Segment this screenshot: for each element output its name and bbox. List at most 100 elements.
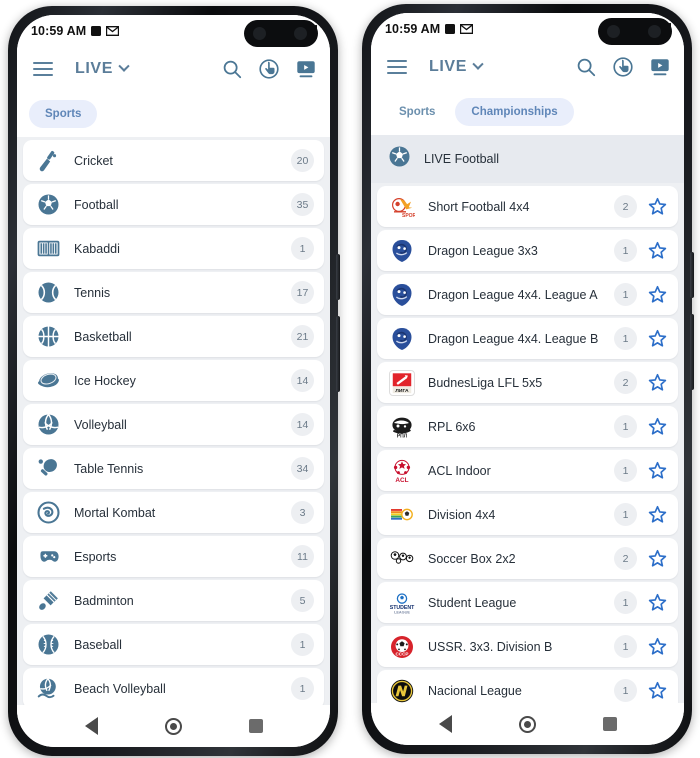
home-circle-icon[interactable] (164, 717, 182, 735)
list-item[interactable]: Mortal Kombat 3 (23, 492, 324, 533)
event-count-badge: 1 (614, 591, 637, 614)
list-item-label: Division 4x4 (428, 507, 496, 522)
event-count-badge: 1 (291, 237, 314, 260)
list-item-label: Student League (428, 595, 517, 610)
star-outline-icon[interactable] (647, 460, 668, 481)
tv-broadcast-icon[interactable] (295, 58, 317, 80)
sports-list[interactable]: Cricket 20 Football 35 Kabaddi 1 Tennis 17 Baske… (17, 137, 330, 705)
power-button[interactable] (690, 314, 694, 390)
list-item[interactable]: Division 4x4 1 (377, 494, 678, 535)
star-outline-icon[interactable] (647, 196, 668, 217)
live-label: LIVE (429, 58, 467, 75)
list-item[interactable]: Badminton 5 (23, 580, 324, 621)
list-item[interactable]: Beach Volleyball 1 (23, 668, 324, 705)
list-item[interactable]: ACL ACL Indoor 1 (377, 450, 678, 491)
gmail-icon (460, 24, 474, 34)
table-tennis-paddle-icon (35, 456, 61, 482)
star-outline-icon[interactable] (647, 680, 668, 701)
hamburger-menu-icon[interactable] (387, 59, 407, 75)
star-outline-icon[interactable] (647, 284, 668, 305)
home-circle-icon[interactable] (518, 715, 536, 733)
basketball-icon (35, 324, 61, 350)
championships-list[interactable]: LIVE Football SPORT Short Football 4x4 2 Dr… (371, 135, 684, 703)
live-selector[interactable]: LIVE (75, 60, 130, 78)
division-logo (389, 501, 415, 528)
list-item[interactable]: Dragon League 3x3 1 (377, 230, 678, 271)
back-triangle-icon[interactable] (438, 715, 452, 733)
star-outline-icon[interactable] (647, 328, 668, 349)
tab-sports[interactable]: Sports (383, 98, 451, 126)
event-count-badge: 11 (291, 545, 314, 568)
volume-button[interactable] (690, 252, 694, 298)
tab-sports[interactable]: Sports (29, 100, 98, 128)
touch-bet-icon[interactable] (612, 56, 634, 78)
star-outline-icon[interactable] (647, 548, 668, 569)
hockey-puck-icon (35, 368, 61, 394)
svg-text:SPORT: SPORT (402, 213, 415, 219)
list-item[interactable]: Cricket 20 (23, 140, 324, 181)
volume-button[interactable] (336, 254, 340, 300)
star-outline-icon[interactable] (647, 416, 668, 437)
recents-square-icon[interactable] (248, 719, 263, 733)
list-item[interactable]: Nacional League 1 (377, 670, 678, 703)
list-item-label: RPL 6x6 (428, 419, 476, 434)
svg-text:СССР: СССР (395, 651, 408, 656)
list-item[interactable]: РПЛ RPL 6x6 1 (377, 406, 678, 447)
tab-championships[interactable]: Championships (455, 98, 574, 126)
star-outline-icon[interactable] (647, 372, 668, 393)
toolbar-actions (221, 58, 317, 80)
list-item-label: Tennis (74, 285, 111, 300)
list-item[interactable]: Volleyball 14 (23, 404, 324, 445)
list-item-label: Basketball (74, 329, 132, 344)
list-item-label: Ice Hockey (74, 373, 136, 388)
list-item-label: Volleyball (74, 417, 127, 432)
list-item[interactable]: Kabaddi 1 (23, 228, 324, 269)
list-item[interactable]: Tennis 17 (23, 272, 324, 313)
list-item[interactable]: STUDENT LEAGUE Student League 1 (377, 582, 678, 623)
list-item[interactable]: Esports 11 (23, 536, 324, 577)
list-item-label: Table Tennis (74, 461, 144, 476)
group-header-label: LIVE Football (424, 152, 500, 166)
star-outline-icon[interactable] (647, 504, 668, 525)
list-item[interactable]: Table Tennis 34 (23, 448, 324, 489)
list-item-label: Dragon League 4x4. League A (428, 287, 598, 302)
beach-volleyball-icon (35, 676, 61, 702)
list-item[interactable]: Ice Hockey 14 (23, 360, 324, 401)
tv-broadcast-icon[interactable] (649, 56, 671, 78)
event-count-badge: 14 (291, 369, 314, 392)
list-item[interactable]: Football 35 (23, 184, 324, 225)
touch-bet-icon[interactable] (258, 58, 280, 80)
svg-text:LEAGUE: LEAGUE (394, 610, 410, 614)
list-item-label: Short Football 4x4 (428, 199, 530, 214)
status-time: 10:59 AM (31, 24, 87, 38)
list-item[interactable]: Dragon League 4x4. League A 1 (377, 274, 678, 315)
star-outline-icon[interactable] (647, 636, 668, 657)
event-count-badge: 20 (291, 149, 314, 172)
back-triangle-icon[interactable] (84, 717, 98, 735)
list-item[interactable]: ЛИГА BudnesLiga LFL 5x5 2 (377, 362, 678, 403)
live-selector[interactable]: LIVE (429, 58, 484, 76)
football-ball-icon (35, 192, 61, 218)
android-nav-bar (17, 705, 330, 747)
star-outline-icon[interactable] (647, 240, 668, 261)
screenshot-stage: 10:59 AM LIVE Sports Cricket 20 Football… (0, 0, 700, 758)
event-count-badge: 14 (291, 413, 314, 436)
list-item[interactable]: SPORT Short Football 4x4 2 (377, 186, 678, 227)
list-item[interactable]: Dragon League 4x4. League B 1 (377, 318, 678, 359)
group-header-live-football[interactable]: LIVE Football (371, 135, 684, 183)
event-count-badge: 1 (614, 635, 637, 658)
power-button[interactable] (336, 316, 340, 392)
kabaddi-court-icon (35, 236, 61, 262)
list-item[interactable]: Baseball 1 (23, 624, 324, 665)
list-item[interactable]: Soccer Box 2x2 2 (377, 538, 678, 579)
star-outline-icon[interactable] (647, 592, 668, 613)
dragon-league-logo (389, 281, 415, 308)
list-item-label: Dragon League 4x4. League B (428, 331, 599, 346)
search-icon[interactable] (221, 58, 243, 80)
list-item[interactable]: СССР USSR. 3x3. Division B 1 (377, 626, 678, 667)
nacional-league-logo (389, 677, 415, 703)
hamburger-menu-icon[interactable] (33, 61, 53, 77)
search-icon[interactable] (575, 56, 597, 78)
recents-square-icon[interactable] (602, 717, 617, 731)
list-item[interactable]: Basketball 21 (23, 316, 324, 357)
